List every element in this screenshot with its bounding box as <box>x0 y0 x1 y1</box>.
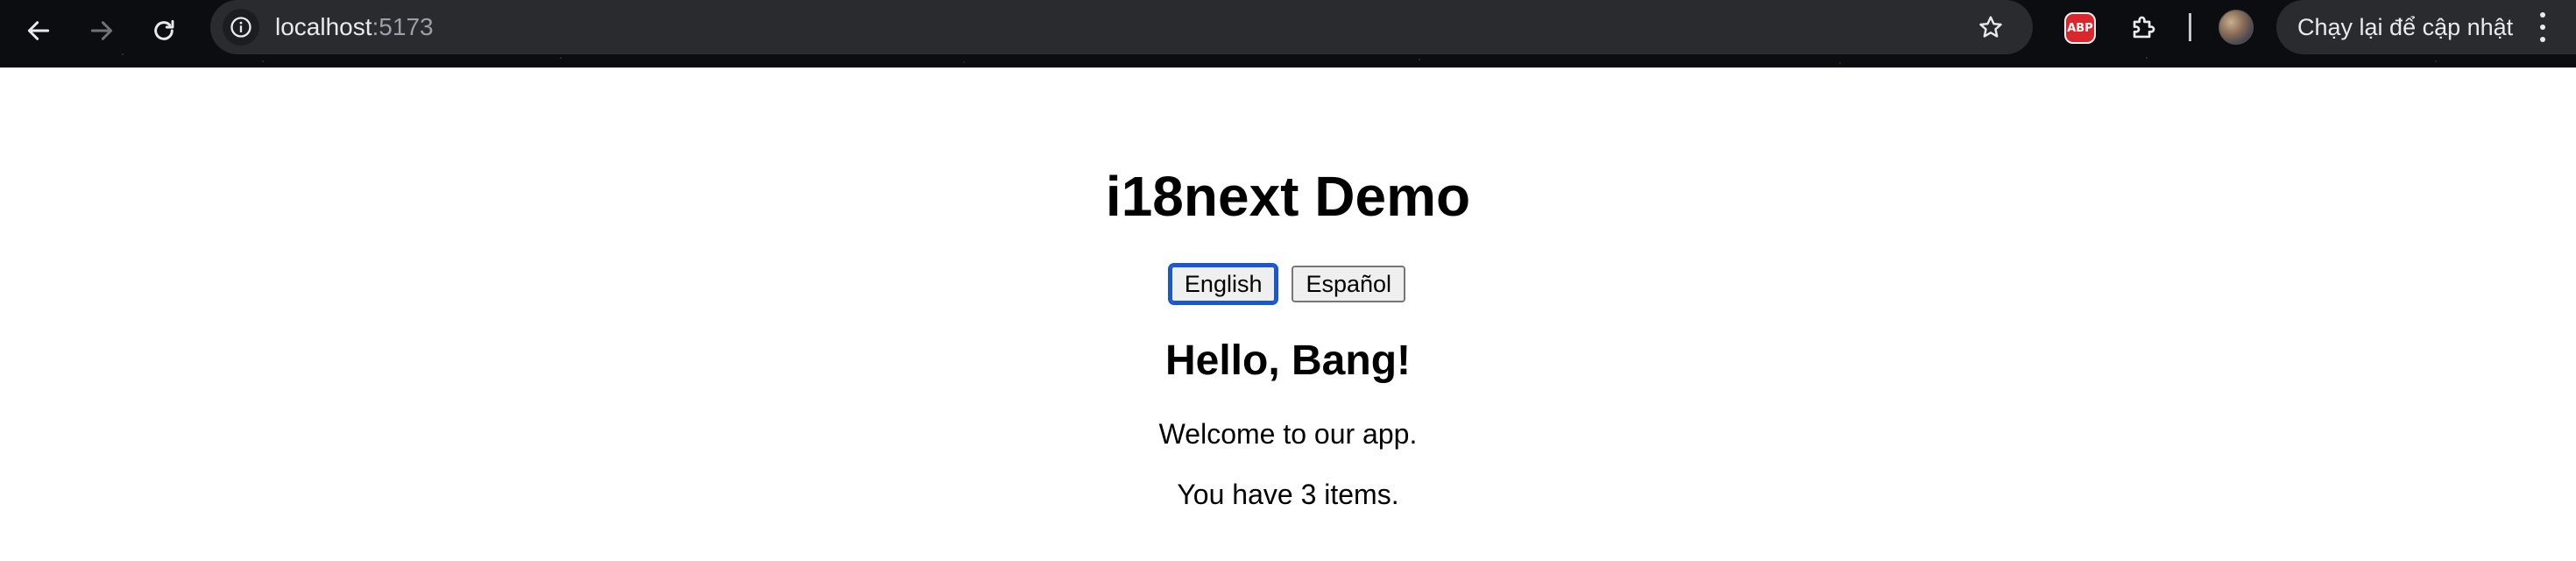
extensions-button[interactable] <box>2124 9 2162 47</box>
url-text[interactable]: localhost:5173 <box>275 0 434 54</box>
relaunch-label: Chạy lại để cập nhật <box>2297 14 2514 40</box>
extensions-puzzle-icon <box>2133 16 2155 39</box>
english-button[interactable]: English <box>1167 263 1279 305</box>
language-switcher: English Español <box>0 263 2576 305</box>
address-bar[interactable]: localhost:5173 <box>210 0 2033 54</box>
page-content: i18next Demo English Español Hello, Bang… <box>0 67 2576 561</box>
reload-icon <box>154 19 174 40</box>
star-icon <box>1979 16 2002 38</box>
welcome-text: Welcome to our app. <box>1158 418 1418 450</box>
page-title: i18next Demo <box>1105 165 1471 228</box>
adblock-extension-icon[interactable]: ABP <box>2064 12 2096 44</box>
forward-button[interactable] <box>77 6 126 55</box>
espanol-button[interactable]: Español <box>1292 266 1406 302</box>
toolbar-divider <box>2189 13 2191 41</box>
arrow-left-icon <box>27 21 50 40</box>
back-button[interactable] <box>14 6 63 55</box>
url-port: :5173 <box>372 13 434 40</box>
arrow-right-icon <box>90 21 113 40</box>
info-icon <box>230 17 251 38</box>
site-info-button[interactable] <box>223 9 259 46</box>
relaunch-update-button[interactable]: Chạy lại để cập nhật <box>2276 0 2576 54</box>
url-host: localhost <box>275 13 372 40</box>
reload-button[interactable] <box>139 6 188 55</box>
kebab-menu-icon[interactable] <box>2534 12 2551 42</box>
greeting-heading: Hello, Bang! <box>1164 337 1411 384</box>
bookmark-button[interactable] <box>1971 8 2010 46</box>
profile-avatar[interactable] <box>2219 10 2254 45</box>
browser-toolbar: localhost:5173 ABP Chạy lại để cập nhật <box>0 0 2576 67</box>
items-count-text: You have 3 items. <box>1177 479 1399 510</box>
